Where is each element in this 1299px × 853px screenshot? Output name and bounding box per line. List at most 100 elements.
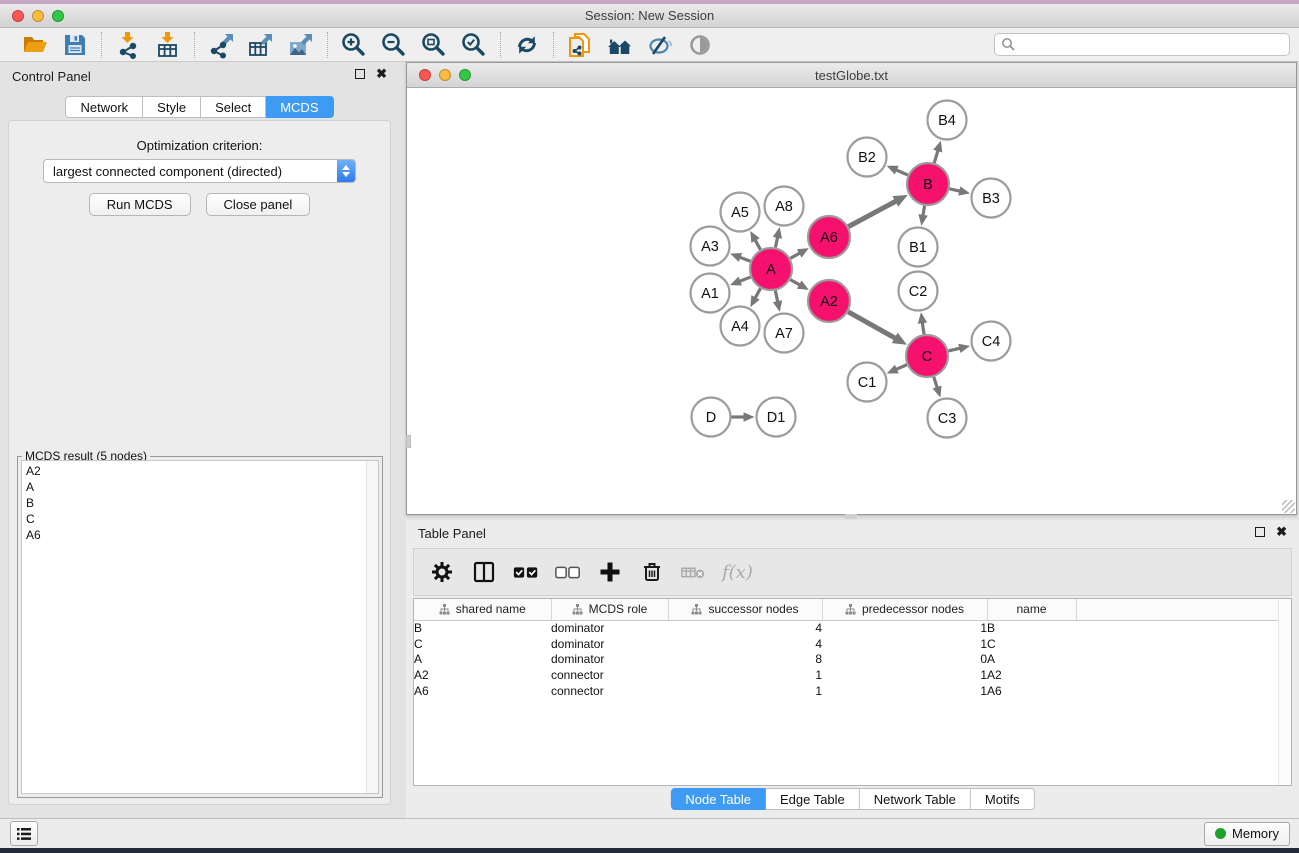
close-table-panel-icon[interactable]: ✖ — [1276, 527, 1287, 537]
graph-edge-B-B1[interactable] — [923, 206, 925, 217]
tree-icon — [845, 604, 856, 615]
splitter-handle[interactable] — [406, 435, 411, 448]
graph-edge-C-C2[interactable] — [922, 322, 924, 335]
graph-edge-A-A7[interactable] — [775, 291, 777, 303]
result-item[interactable]: B — [22, 495, 378, 511]
control-panel-tabs: Network Style Select MCDS — [0, 96, 399, 118]
table-row[interactable]: A2connector11A2 — [414, 667, 1291, 683]
network-canvas[interactable]: B4B2BB3A8A5A6B1A3AC2A1A2A4A7C4CC1C3DD1 — [407, 88, 1296, 514]
search-icon — [1001, 37, 1016, 57]
tab-select[interactable]: Select — [201, 96, 266, 118]
table-row[interactable]: Bdominator41B — [414, 620, 1291, 636]
add-column-icon[interactable] — [596, 558, 624, 586]
deselect-all-icon[interactable] — [554, 558, 582, 586]
table-panel-header: Table Panel ✖ — [406, 520, 1299, 546]
zoom-out-icon[interactable] — [379, 31, 409, 59]
tree-icon — [572, 604, 583, 615]
zoom-selected-icon[interactable] — [459, 31, 489, 59]
result-scrollbar[interactable] — [366, 461, 378, 793]
select-all-checked-icon[interactable] — [512, 558, 540, 586]
float-panel-icon[interactable] — [355, 69, 365, 79]
graph-node-label-C3: C3 — [938, 411, 957, 427]
search-input[interactable] — [994, 33, 1290, 56]
window-resize-grip[interactable] — [1282, 500, 1295, 513]
zoom-in-icon[interactable] — [339, 31, 369, 59]
graph-node-label-B1: B1 — [909, 240, 927, 256]
graph-edge-A-A4[interactable] — [755, 288, 761, 298]
close-panel-button[interactable]: Close panel — [206, 193, 311, 216]
optimization-criterion-dropdown[interactable]: largest connected component (directed) — [43, 159, 356, 183]
clone-network-icon[interactable] — [565, 31, 595, 59]
graph-edge-A-A8[interactable] — [775, 236, 777, 247]
result-item[interactable]: A6 — [22, 527, 378, 543]
graph-edge-B-B4[interactable] — [934, 150, 938, 163]
result-item[interactable]: C — [22, 511, 378, 527]
float-table-panel-icon[interactable] — [1255, 527, 1265, 537]
graph-edge-B-B2[interactable] — [895, 170, 908, 176]
close-panel-icon[interactable]: ✖ — [376, 69, 387, 79]
graph-edge-A-A3[interactable] — [739, 257, 750, 261]
column-header-name[interactable]: name — [987, 599, 1076, 620]
open-session-icon[interactable] — [20, 31, 50, 59]
export-network-icon[interactable] — [206, 31, 236, 59]
graph-edge-A-A1[interactable] — [739, 277, 751, 282]
search-container — [994, 33, 1290, 56]
hide-glasses-icon[interactable] — [645, 31, 675, 59]
graph-edge-A-A6[interactable] — [790, 253, 800, 259]
column-header-successor-nodes[interactable]: successor nodes — [668, 599, 822, 620]
import-network-icon[interactable] — [113, 31, 143, 59]
graph-edge-B-B3[interactable] — [949, 189, 960, 192]
graph-edge-C-C3[interactable] — [934, 377, 938, 389]
column-header-shared-name[interactable]: shared name — [414, 599, 551, 620]
tab-mcds[interactable]: MCDS — [266, 96, 333, 118]
graph-edge-A2-C[interactable] — [848, 312, 896, 339]
table-row[interactable]: A6connector11A6 — [414, 683, 1291, 699]
tab-network[interactable]: Network — [65, 96, 143, 118]
run-mcds-button[interactable]: Run MCDS — [89, 193, 191, 216]
delete-column-trash-icon[interactable] — [638, 558, 666, 586]
result-item[interactable]: A — [22, 479, 378, 495]
import-table-icon[interactable] — [153, 31, 183, 59]
settings-gear-icon[interactable] — [428, 558, 456, 586]
column-header-mcds-role[interactable]: MCDS role — [551, 599, 668, 620]
splitter-handle[interactable] — [845, 514, 857, 519]
graph-edge-A6-B[interactable] — [848, 201, 896, 227]
graph-node-label-D: D — [706, 410, 716, 426]
control-panel: Control Panel ✖ Network Style Select MCD… — [0, 62, 399, 818]
home-icon[interactable] — [605, 31, 635, 59]
graph-node-label-C4: C4 — [982, 334, 1001, 350]
graph-edge-arrowhead — [773, 227, 782, 239]
graph-node-label-A: A — [766, 262, 776, 278]
tab-edge-table[interactable]: Edge Table — [766, 788, 860, 810]
graph-edge-A-A5[interactable] — [755, 239, 761, 249]
memory-status-icon — [1215, 828, 1226, 839]
memory-button[interactable]: Memory — [1204, 822, 1290, 846]
table-row[interactable]: Cdominator41C — [414, 636, 1291, 652]
tab-network-table[interactable]: Network Table — [860, 788, 971, 810]
column-header-predecessor-nodes[interactable]: predecessor nodes — [822, 599, 987, 620]
zoom-fit-icon[interactable] — [419, 31, 449, 59]
export-image-icon[interactable] — [286, 31, 316, 59]
export-table-icon[interactable] — [246, 31, 276, 59]
network-window-titlebar: testGlobe.txt — [407, 63, 1296, 88]
tab-motifs[interactable]: Motifs — [971, 788, 1035, 810]
table-header-row: shared name MCDS role successor nodes pr… — [414, 599, 1291, 620]
optimization-criterion-label: Optimization criterion: — [9, 138, 390, 153]
column-layout-icon[interactable] — [470, 558, 498, 586]
graph-edge-A-A2[interactable] — [790, 280, 800, 286]
refresh-icon[interactable] — [512, 31, 542, 59]
task-history-button[interactable] — [10, 821, 38, 846]
save-session-icon[interactable] — [60, 31, 90, 59]
graph-edge-C-C1[interactable] — [895, 365, 906, 370]
workspace: Control Panel ✖ Network Style Select MCD… — [0, 62, 1299, 818]
graph-node-label-A5: A5 — [731, 205, 749, 221]
graph-edge-C-C4[interactable] — [948, 348, 960, 351]
tab-style[interactable]: Style — [143, 96, 201, 118]
table-row[interactable]: Adominator80A — [414, 651, 1291, 667]
mcds-result-groupbox: MCDS result (5 nodes) A2 A B C A6 — [17, 456, 383, 798]
tab-node-table[interactable]: Node Table — [670, 788, 766, 810]
show-eye-icon[interactable] — [685, 31, 715, 59]
table-scrollbar[interactable] — [1278, 599, 1291, 785]
result-item[interactable]: A2 — [22, 463, 378, 479]
session-titlebar: Session: New Session — [0, 4, 1299, 28]
